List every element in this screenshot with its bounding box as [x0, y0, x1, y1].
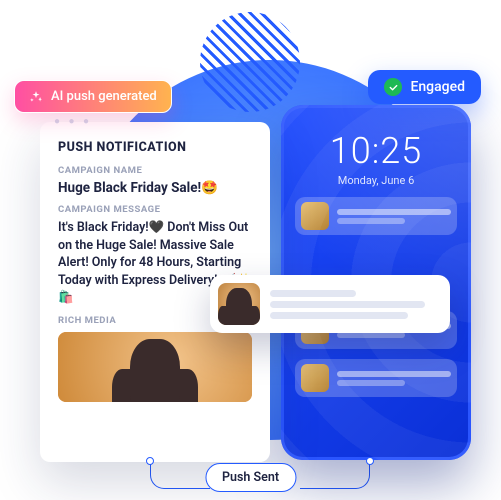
sparkle-icon	[29, 90, 43, 104]
notification-card[interactable]	[295, 197, 457, 235]
connector-dot-icon	[146, 457, 154, 465]
lockscreen-time: 10:25	[281, 130, 471, 172]
notification-text-placeholder	[337, 368, 451, 389]
model-photo-icon	[58, 332, 252, 402]
floating-notification-card[interactable]	[210, 275, 450, 333]
panel-title: PUSH NOTIFICATION	[58, 140, 252, 155]
connector-line	[150, 461, 210, 489]
engaged-label: Engaged	[410, 79, 465, 95]
ai-badge-label: AI push generated	[51, 89, 157, 104]
campaign-name-value[interactable]: Huge Black Friday Sale!🤩	[58, 180, 252, 196]
notification-text-placeholder	[337, 206, 451, 227]
notification-text-placeholder	[270, 286, 442, 323]
notification-thumb-icon	[301, 202, 329, 230]
window-dots-icon: ● ● ●	[54, 116, 92, 127]
notification-thumb-icon	[218, 283, 260, 325]
ai-push-generated-badge: AI push generated	[14, 80, 172, 113]
rich-media-thumbnail[interactable]	[58, 332, 252, 402]
engaged-badge: Engaged	[368, 70, 481, 104]
notification-card[interactable]	[295, 359, 457, 397]
notification-thumb-icon	[301, 364, 329, 392]
check-circle-icon	[384, 78, 402, 96]
connector-dot-icon	[366, 457, 374, 465]
campaign-name-label: CAMPAIGN NAME	[58, 165, 252, 176]
push-sent-pill: Push Sent	[205, 463, 296, 492]
decorative-hatched-circle	[200, 12, 300, 112]
connector-line	[300, 461, 370, 489]
campaign-message-label: CAMPAIGN MESSAGE	[58, 204, 252, 215]
lockscreen-date: Monday, June 6	[281, 174, 471, 187]
